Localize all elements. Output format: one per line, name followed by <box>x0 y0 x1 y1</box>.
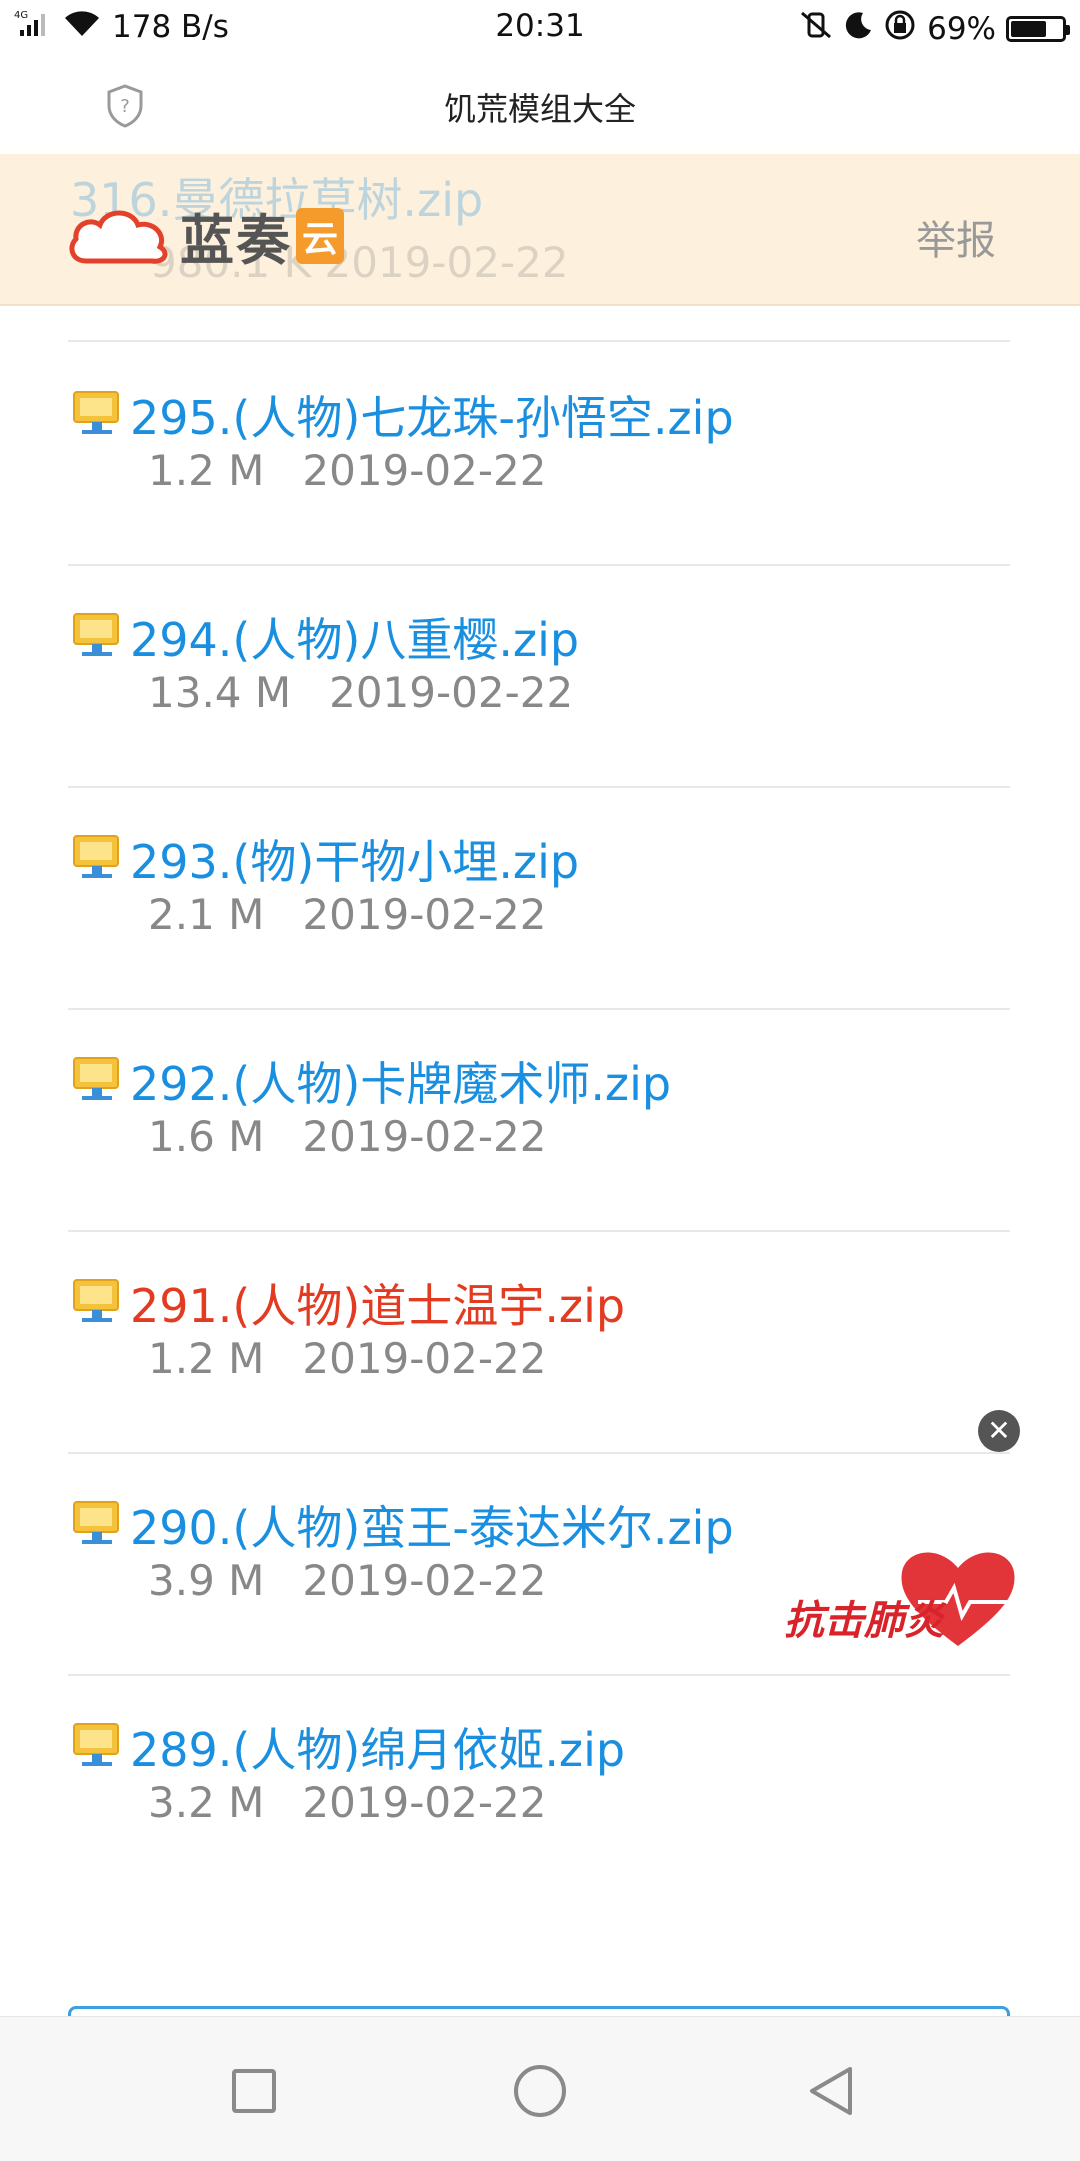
close-float-button[interactable]: ✕ <box>978 1410 1020 1452</box>
file-meta: 1.2 M 2019-02-22 <box>148 446 546 495</box>
battery-fill <box>1011 21 1046 37</box>
promo-text: 抗击肺炎 <box>784 1598 944 1644</box>
file-meta: 1.6 M 2019-02-22 <box>148 1112 546 1161</box>
list-item[interactable]: 293.(物)干物小埋.zip 2.1 M 2019-02-22 <box>0 786 1080 1008</box>
file-monitor-icon <box>73 613 119 656</box>
file-size: 1.2 M <box>148 1334 265 1383</box>
file-size: 13.4 M <box>148 668 292 717</box>
vibrate-off-icon <box>799 10 833 48</box>
file-date: 2019-02-22 <box>302 1112 547 1161</box>
file-date: 2019-02-22 <box>329 668 574 717</box>
home-button[interactable] <box>514 2065 566 2117</box>
file-name-link[interactable]: 291.(人物)道士温宇.zip <box>130 1270 625 1336</box>
list-item[interactable]: 294.(人物)八重樱.zip 13.4 M 2019-02-22 <box>0 564 1080 786</box>
report-link[interactable]: 举报 <box>916 208 996 266</box>
battery-icon <box>1006 16 1070 42</box>
list-item[interactable]: 291.(人物)道士温宇.zip 1.2 M 2019-02-22 <box>0 1230 1080 1452</box>
file-size: 3.9 M <box>148 1556 265 1605</box>
file-monitor-icon <box>73 1279 119 1322</box>
status-bar: 4G 178 B/s 20:31 69% <box>0 0 1080 56</box>
file-date: 2019-02-22 <box>302 1334 547 1383</box>
list-item[interactable]: 295.(人物)七龙珠-孙悟空.zip 1.2 M 2019-02-22 <box>0 342 1080 564</box>
file-size: 1.6 M <box>148 1112 265 1161</box>
file-name-link[interactable]: 294.(人物)八重樱.zip <box>130 604 579 670</box>
status-right: 69% <box>799 8 1070 50</box>
file-meta: 3.2 M 2019-02-22 <box>148 1778 546 1827</box>
moon-icon <box>843 10 873 48</box>
file-name-link[interactable]: 295.(人物)七龙珠-孙悟空.zip <box>130 382 734 448</box>
rotation-lock-icon <box>883 8 917 50</box>
file-date: 2019-02-22 <box>302 890 547 939</box>
file-size: 3.2 M <box>148 1778 265 1827</box>
lanzou-logo: 蓝奏 云 <box>66 196 345 275</box>
cloud-icon <box>69 210 168 264</box>
file-monitor-icon <box>73 391 119 434</box>
file-date: 2019-02-22 <box>302 1556 547 1605</box>
logo-text: 蓝奏 <box>180 209 292 272</box>
app-bar: ? 饥荒模组大全 <box>0 56 1080 156</box>
file-name-link[interactable]: 292.(人物)卡牌魔术师.zip <box>130 1048 671 1114</box>
file-monitor-icon <box>73 1057 119 1100</box>
file-name-link[interactable]: 290.(人物)蛮王-泰达米尔.zip <box>130 1492 734 1558</box>
promo-badge[interactable]: 抗击肺炎 <box>784 1546 1024 1656</box>
file-meta: 2.1 M 2019-02-22 <box>148 890 546 939</box>
recent-apps-button[interactable] <box>232 2069 276 2113</box>
back-button[interactable] <box>806 2065 856 2117</box>
list-item[interactable]: 289.(人物)绵月依姬.zip 3.2 M 2019-02-22 <box>0 1674 1080 1896</box>
file-size: 1.2 M <box>148 446 265 495</box>
page-title: 饥荒模组大全 <box>443 90 636 128</box>
file-date: 2019-02-22 <box>302 446 547 495</box>
file-size: 2.1 M <box>148 890 265 939</box>
file-name-link[interactable]: 293.(物)干物小埋.zip <box>130 826 579 892</box>
battery-percent: 69% <box>927 11 996 47</box>
file-meta: 3.9 M 2019-02-22 <box>148 1556 546 1605</box>
file-meta: 13.4 M 2019-02-22 <box>148 668 573 717</box>
file-meta: 1.2 M 2019-02-22 <box>148 1334 546 1383</box>
file-monitor-icon <box>73 1501 119 1544</box>
logo-tag: 云 <box>296 207 345 264</box>
ad-banner[interactable]: 316.曼德拉草树.zip 980.1 K 2019-02-22 蓝奏 云 举报 <box>0 154 1080 306</box>
file-date: 2019-02-22 <box>302 1778 547 1827</box>
list-item[interactable]: 292.(人物)卡牌魔术师.zip 1.6 M 2019-02-22 <box>0 1008 1080 1230</box>
file-name-link[interactable]: 289.(人物)绵月依姬.zip <box>130 1714 625 1780</box>
file-monitor-icon <box>73 835 119 878</box>
file-monitor-icon <box>73 1723 119 1766</box>
navigation-bar <box>0 2016 1080 2161</box>
